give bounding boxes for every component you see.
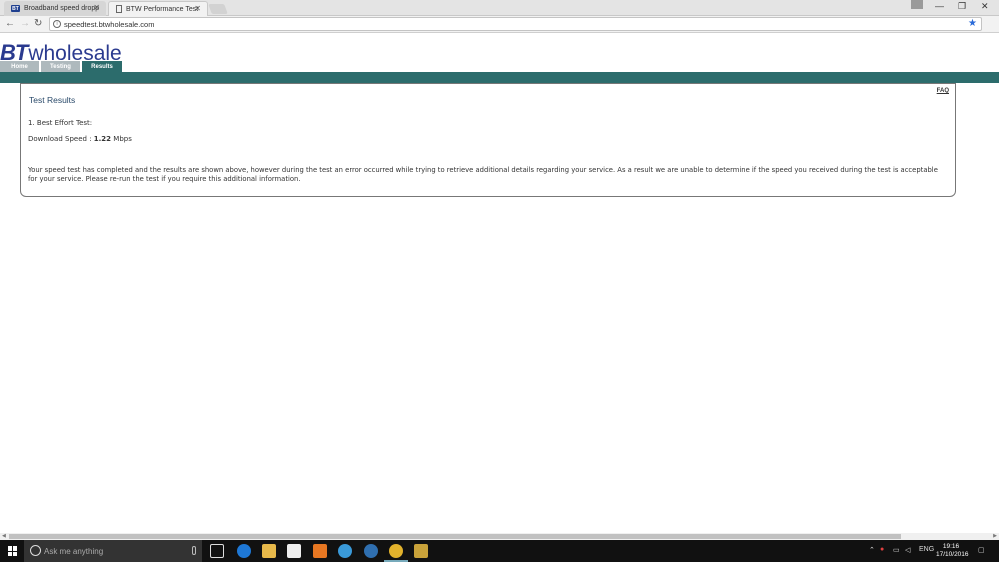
microphone-icon[interactable]: [192, 546, 196, 555]
maximize-icon[interactable]: ❐: [958, 1, 966, 12]
site-nav: Home Testing Results: [0, 61, 124, 72]
search-placeholder: Ask me anything: [44, 546, 104, 556]
browser-tab-strip: BT Broadband speed dropp ✕ BTW Performan…: [0, 0, 999, 16]
download-speed: Download Speed : 1.22 Mbps: [28, 135, 132, 143]
test-name: 1. Best Effort Test:: [28, 119, 93, 127]
taskbar-clock[interactable]: 19:16 17/10/2016: [936, 543, 969, 559]
scroll-right-icon[interactable]: ▶: [993, 533, 997, 540]
close-icon[interactable]: ✕: [194, 5, 201, 13]
scrollbar-thumb[interactable]: [9, 534, 901, 539]
close-icon[interactable]: ✕: [93, 4, 100, 12]
tray-antivirus-icon[interactable]: ●: [880, 546, 884, 553]
nav-home[interactable]: Home: [0, 61, 39, 72]
nav-results[interactable]: Results: [82, 61, 122, 72]
url-text: speedtest.btwholesale.com: [64, 19, 155, 29]
speed-label: Download Speed :: [28, 135, 92, 143]
scroll-left-icon[interactable]: ◀: [2, 533, 6, 540]
info-icon[interactable]: i: [53, 20, 61, 28]
results-panel: FAQ Test Results 1. Best Effort Test: Do…: [20, 83, 956, 197]
speed-unit: Mbps: [113, 135, 132, 143]
window-close-icon[interactable]: ✕: [981, 1, 989, 12]
results-message: Your speed test has completed and the re…: [28, 166, 938, 183]
profile-icon[interactable]: [911, 0, 923, 9]
task-view-icon[interactable]: [210, 544, 224, 558]
header-bar: [0, 72, 999, 83]
app-mail-icon[interactable]: [364, 544, 378, 558]
app-globe-icon[interactable]: [338, 544, 352, 558]
windows-start-icon[interactable]: [8, 546, 18, 556]
language-indicator[interactable]: ENG: [919, 546, 934, 553]
forward-arrow-icon[interactable]: →: [20, 18, 30, 30]
faq-link[interactable]: FAQ: [937, 88, 949, 94]
speed-value: 1.22: [93, 135, 112, 143]
back-arrow-icon[interactable]: ←: [5, 18, 15, 30]
tray-chevron-icon[interactable]: ⌃: [869, 546, 875, 554]
minimize-icon[interactable]: —: [935, 1, 944, 11]
new-tab-button[interactable]: [208, 4, 228, 14]
page-favicon-icon: [116, 5, 122, 13]
notifications-icon[interactable]: ▢: [978, 546, 985, 554]
tab-label: BTW Performance Test: [126, 5, 199, 13]
bt-favicon-icon: BT: [11, 5, 20, 12]
app-x-icon[interactable]: [313, 544, 327, 558]
file-explorer-icon[interactable]: [262, 544, 276, 558]
chrome-icon[interactable]: [384, 544, 408, 562]
store-icon[interactable]: [287, 544, 301, 558]
nav-testing[interactable]: Testing: [41, 61, 80, 72]
browser-toolbar: ← → ↻ i speedtest.btwholesale.com ★: [0, 16, 999, 33]
app-media-icon[interactable]: [414, 544, 428, 558]
cortana-icon: [30, 545, 41, 556]
horizontal-scrollbar[interactable]: ◀ ▶: [0, 533, 999, 540]
tab-btw-performance-test[interactable]: BTW Performance Test ✕: [108, 1, 208, 16]
edge-icon[interactable]: [237, 544, 251, 558]
page-title: Test Results: [29, 95, 76, 105]
tray-network-icon[interactable]: ▭: [893, 546, 900, 554]
address-bar[interactable]: i speedtest.btwholesale.com ★: [49, 17, 982, 31]
tab-label: Broadband speed dropp: [24, 5, 100, 12]
clock-date: 17/10/2016: [936, 551, 969, 558]
bookmark-star-icon[interactable]: ★: [968, 18, 977, 30]
reload-icon[interactable]: ↻: [34, 18, 42, 30]
tab-broadband-speed[interactable]: BT Broadband speed dropp ✕: [4, 1, 106, 16]
tray-volume-icon[interactable]: ◁: [905, 546, 910, 554]
taskbar-search[interactable]: Ask me anything: [24, 540, 202, 562]
clock-time: 19:16: [942, 543, 960, 550]
taskbar: Ask me anything ⌃ ● ▭ ◁ ENG 19:16 17/10/…: [0, 540, 999, 562]
